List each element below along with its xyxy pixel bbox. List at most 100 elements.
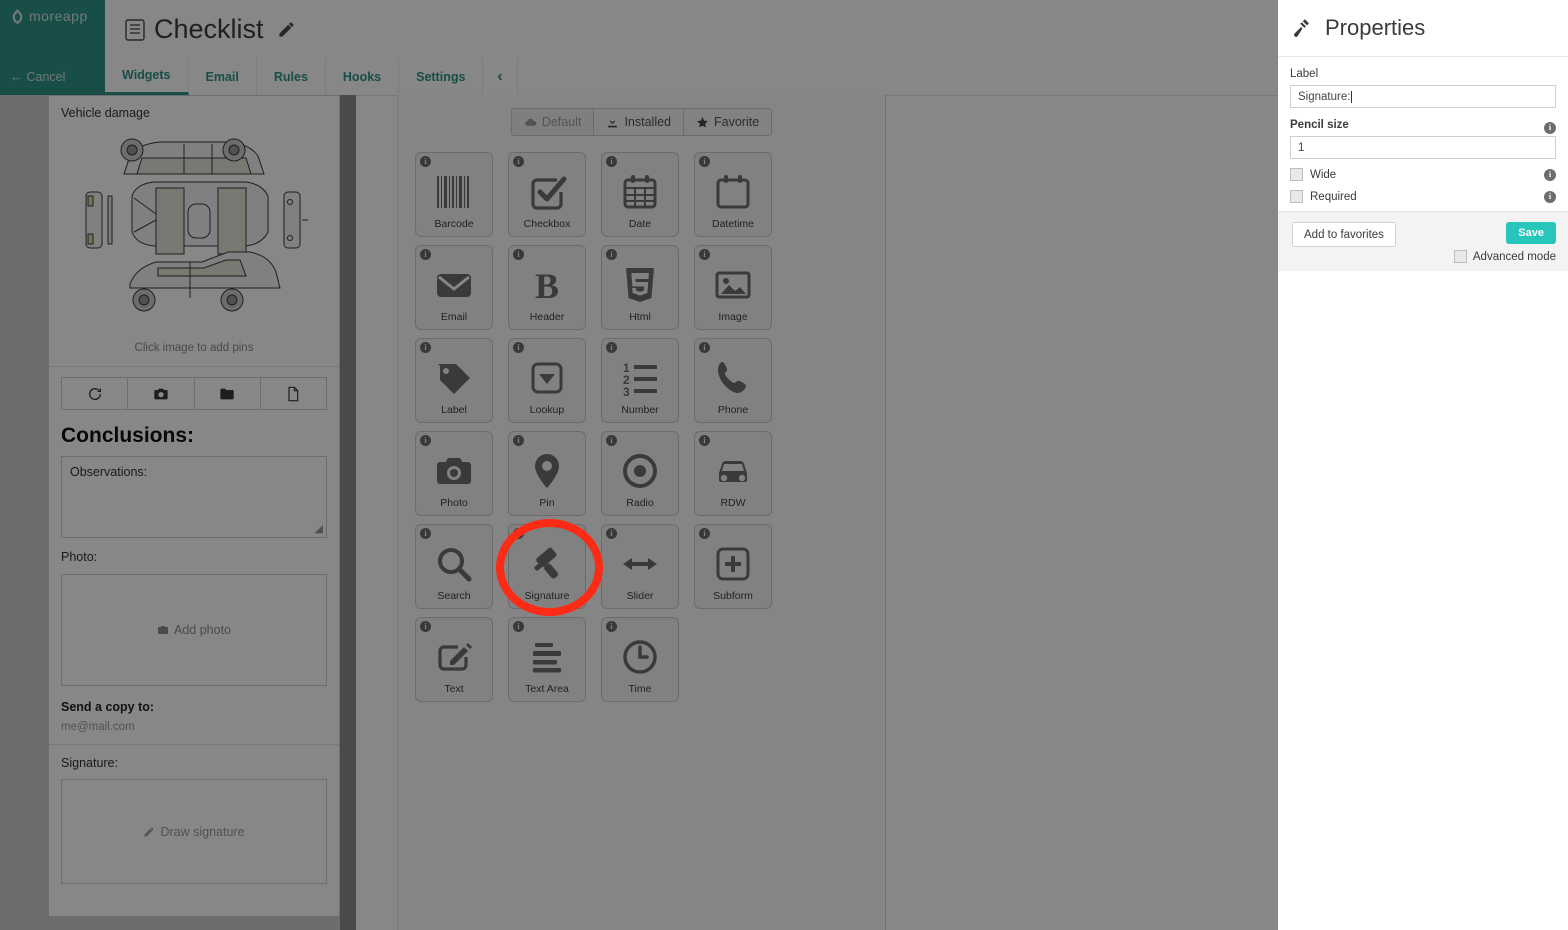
chevron-left-icon[interactable]: ‹ xyxy=(483,58,518,95)
info-icon[interactable]: i xyxy=(420,435,431,446)
widget-card-subform[interactable]: i Subform xyxy=(694,524,772,609)
file-icon xyxy=(288,386,299,401)
info-icon[interactable]: i xyxy=(606,528,617,539)
save-button[interactable]: Save xyxy=(1506,222,1556,244)
wide-checkbox[interactable] xyxy=(1290,168,1303,181)
resize-grip-icon[interactable]: ◢ xyxy=(315,522,323,535)
info-icon[interactable]: i xyxy=(513,435,524,446)
tab-settings[interactable]: Settings xyxy=(399,58,484,95)
info-icon[interactable]: i xyxy=(1544,121,1556,134)
widget-card-time[interactable]: i Time xyxy=(601,617,679,702)
pencil-icon xyxy=(144,827,154,836)
required-checkbox-row: Required i xyxy=(1290,190,1556,203)
required-checkbox[interactable] xyxy=(1290,190,1303,203)
camera-button[interactable] xyxy=(128,378,195,409)
widget-card-number[interactable]: i 1 2 3 Number xyxy=(601,338,679,423)
widget-label: Image xyxy=(718,311,748,323)
widget-card-checkbox[interactable]: i Checkbox xyxy=(508,152,586,237)
widget-card-radio[interactable]: i Radio xyxy=(601,431,679,516)
widget-card-search[interactable]: i Search xyxy=(415,524,493,609)
vehicle-damage-image[interactable] xyxy=(72,128,316,333)
camera-icon xyxy=(416,448,492,494)
title-bar: Checklist xyxy=(105,0,1280,59)
info-icon[interactable]: i xyxy=(420,249,431,260)
widget-label: Pin xyxy=(539,497,555,509)
barcode-icon xyxy=(416,169,492,215)
widget-card-slider[interactable]: i Slider xyxy=(601,524,679,609)
advanced-mode-checkbox[interactable] xyxy=(1453,250,1467,263)
form-preview-panel: Vehicle damage Click image to add pins C… xyxy=(0,95,356,930)
tab-rules[interactable]: Rules xyxy=(257,58,326,95)
info-icon[interactable]: i xyxy=(699,156,710,167)
add-to-favorites-button[interactable]: Add to favorites xyxy=(1292,222,1396,247)
info-icon[interactable]: i xyxy=(513,621,524,632)
widget-card-html[interactable]: i Html xyxy=(601,245,679,330)
widget-card-rdw[interactable]: i RDW xyxy=(694,431,772,516)
properties-title: Properties xyxy=(1325,15,1426,40)
widget-card-lookup[interactable]: i Lookup xyxy=(508,338,586,423)
widget-label: Search xyxy=(437,590,471,602)
vehicle-damage-label: Vehicle damage xyxy=(61,106,150,120)
add-photo-dropzone[interactable]: Add photo xyxy=(61,574,327,686)
info-icon[interactable]: i xyxy=(420,528,431,539)
info-icon[interactable]: i xyxy=(513,249,524,260)
add-photo-label: Add photo xyxy=(174,623,231,637)
widget-card-phone[interactable]: i Phone xyxy=(694,338,772,423)
info-icon[interactable]: i xyxy=(699,528,710,539)
rotate-button[interactable] xyxy=(62,378,129,409)
rotate-icon xyxy=(88,387,101,400)
info-icon[interactable]: i xyxy=(420,342,431,353)
info-icon[interactable]: i xyxy=(606,621,617,632)
tab-email[interactable]: Email xyxy=(189,58,257,95)
tab-label: Widgets xyxy=(122,68,171,82)
observations-field[interactable]: Observations: ◢ xyxy=(61,456,327,538)
file-button[interactable] xyxy=(261,378,326,409)
info-icon[interactable]: i xyxy=(606,342,617,353)
widget-card-barcode[interactable]: i Barcode xyxy=(415,152,493,237)
filter-favorite[interactable]: Favorite xyxy=(684,109,772,135)
draw-signature-area[interactable]: Draw signature xyxy=(61,779,327,884)
widget-card-label[interactable]: i Label xyxy=(415,338,493,423)
folder-button[interactable] xyxy=(195,378,261,409)
info-icon[interactable]: i xyxy=(1544,190,1556,203)
widget-label: Time xyxy=(628,683,652,695)
tag-icon xyxy=(416,355,492,401)
widget-card-text[interactable]: i Text xyxy=(415,617,493,702)
widget-card-photo[interactable]: i Photo xyxy=(415,431,493,516)
info-icon[interactable]: i xyxy=(1544,168,1556,181)
info-icon[interactable]: i xyxy=(513,156,524,167)
info-icon[interactable]: i xyxy=(420,156,431,167)
tab-hooks[interactable]: Hooks xyxy=(326,58,400,95)
preview-gutter xyxy=(0,95,48,930)
widget-card-datetime[interactable]: i Datetime xyxy=(694,152,772,237)
info-icon[interactable]: i xyxy=(699,342,710,353)
info-icon[interactable]: i xyxy=(699,249,710,260)
widget-label: Header xyxy=(529,311,565,323)
info-icon[interactable]: i xyxy=(606,156,617,167)
vehicle-damage-section: Vehicle damage Click image to add pins xyxy=(49,96,339,367)
info-icon[interactable]: i xyxy=(606,249,617,260)
save-label: Save xyxy=(1518,227,1544,239)
label-input[interactable]: Signature: xyxy=(1290,85,1556,108)
preview-scrollbar[interactable] xyxy=(340,95,356,930)
info-icon[interactable]: i xyxy=(420,621,431,632)
widget-card-header[interactable]: i B Header xyxy=(508,245,586,330)
widget-card-email[interactable]: i Email xyxy=(415,245,493,330)
filter-default[interactable]: Default xyxy=(511,109,595,135)
info-icon[interactable]: i xyxy=(513,342,524,353)
widget-label: Checkbox xyxy=(523,218,571,230)
phone-preview: Vehicle damage Click image to add pins C… xyxy=(48,95,340,917)
info-icon[interactable]: i xyxy=(606,435,617,446)
tab-widgets[interactable]: Widgets xyxy=(105,58,189,95)
cancel-button[interactable]: ← Cancel xyxy=(10,70,65,84)
widget-card-text-area[interactable]: i Text Area xyxy=(508,617,586,702)
widget-card-image[interactable]: i Image xyxy=(694,245,772,330)
send-copy-value[interactable]: me@mail.com xyxy=(49,714,339,745)
widget-card-date[interactable]: i Date xyxy=(601,152,679,237)
info-icon[interactable]: i xyxy=(699,435,710,446)
pencil-icon[interactable] xyxy=(277,20,296,39)
filter-installed[interactable]: Installed xyxy=(594,109,684,135)
pencil-size-input[interactable]: 1 xyxy=(1290,136,1556,159)
widget-card-pin[interactable]: i Pin xyxy=(508,431,586,516)
widget-label: Slider xyxy=(626,590,654,602)
